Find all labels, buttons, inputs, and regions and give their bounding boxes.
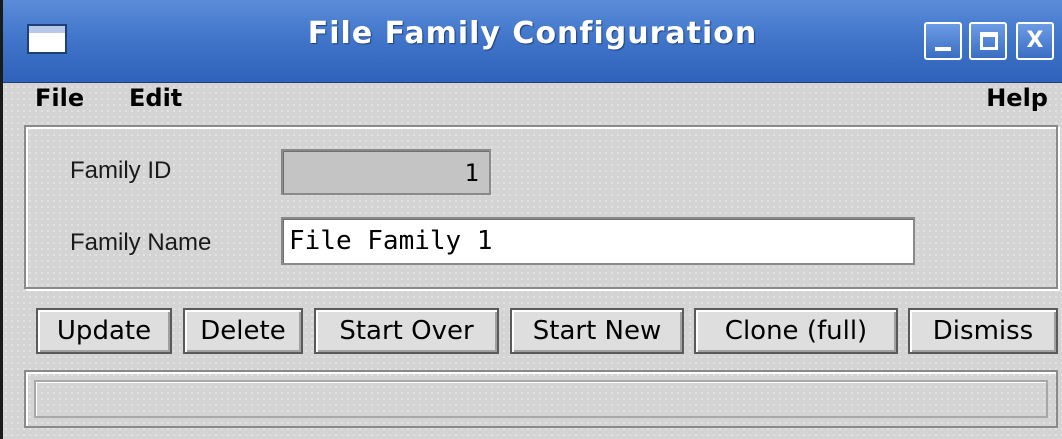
status-text [34, 380, 1048, 418]
start-over-button[interactable]: Start Over [314, 308, 499, 354]
family-form-panel: Family ID 1 Family Name [24, 125, 1058, 289]
close-button[interactable]: X [1016, 22, 1054, 60]
menu-file[interactable]: File [35, 84, 84, 112]
menu-edit[interactable]: Edit [129, 84, 182, 112]
minimize-button[interactable] [924, 22, 962, 60]
update-button[interactable]: Update [36, 308, 172, 354]
status-bar [24, 370, 1058, 428]
family-id-label: Family ID [70, 157, 172, 184]
dismiss-button[interactable]: Dismiss [908, 308, 1058, 354]
family-id-field: 1 [281, 149, 491, 195]
menu-bar: File Edit Help [3, 82, 1062, 120]
maximize-button[interactable] [969, 22, 1007, 60]
maximize-icon [980, 32, 998, 50]
close-icon: X [1026, 28, 1044, 53]
window-title: File Family Configuration [307, 16, 758, 51]
family-name-input[interactable] [281, 217, 915, 265]
family-name-label: Family Name [70, 229, 212, 256]
start-new-button[interactable]: Start New [510, 308, 684, 354]
clone-full-button[interactable]: Clone (full) [694, 308, 898, 354]
menu-help[interactable]: Help [986, 84, 1048, 112]
delete-button[interactable]: Delete [183, 308, 303, 354]
file-family-config-window: File Family Configuration X File Edit He… [0, 0, 1062, 439]
minimize-icon [935, 47, 951, 51]
title-bar[interactable]: File Family Configuration X [3, 0, 1062, 83]
